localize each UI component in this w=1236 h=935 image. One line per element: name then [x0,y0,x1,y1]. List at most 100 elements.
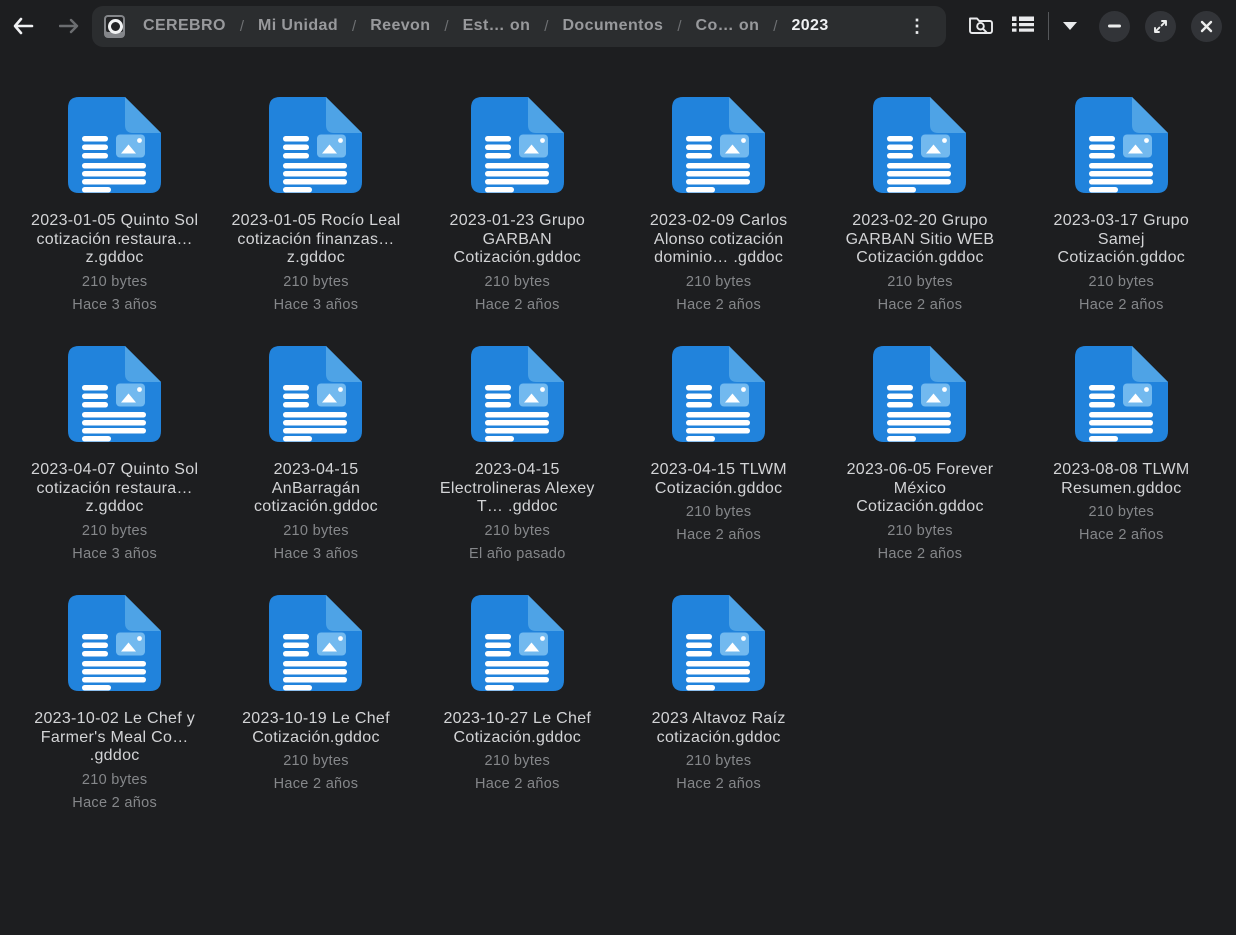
file-name: 2023-10-02 Le Chef y Farmer's Meal Co… .… [29,710,201,766]
forward-button[interactable] [46,6,92,46]
maximize-button[interactable] [1145,11,1176,42]
minimize-button[interactable] [1099,11,1130,42]
file-modified: Hace 2 años [676,776,761,792]
file-item[interactable]: 2023-04-07 Quinto Sol cotización restaur… [14,345,215,594]
close-button[interactable] [1191,11,1222,42]
file-modified: Hace 3 años [72,546,157,562]
file-name: 2023-10-27 Le Chef Cotización.gddoc [431,710,603,747]
breadcrumb-more-button[interactable]: ⋮ [898,15,936,37]
toolbar-actions [960,6,1087,46]
gddoc-document-icon [67,594,162,697]
gddoc-document-icon [67,96,162,199]
gddoc-document-icon [470,345,565,448]
file-modified: Hace 3 años [274,546,359,562]
file-item[interactable]: 2023-04-15 AnBarragán cotización.gddoc 2… [215,345,416,594]
folder-search-icon [968,13,994,40]
file-item[interactable]: 2023-02-20 Grupo GARBAN Sitio WEB Cotiza… [819,96,1020,345]
file-item[interactable]: 2023-06-05 Forever México Cotización.gdd… [819,345,1020,594]
gddoc-document-icon [268,594,363,697]
file-item[interactable]: 2023-04-15 TLWM Cotización.gddoc 210 byt… [618,345,819,594]
file-size: 210 bytes [82,274,148,290]
file-size: 210 bytes [283,523,349,539]
file-item[interactable]: 2023-04-15 Electrolineras Alexey T… .gdd… [417,345,618,594]
gddoc-document-icon [268,96,363,199]
breadcrumb: CEREBRO/Mi Unidad/Reevon/Est… on/Documen… [129,17,892,35]
file-size: 210 bytes [887,274,953,290]
file-modified: El año pasado [469,546,566,562]
file-size: 210 bytes [485,523,551,539]
breadcrumb-item[interactable]: CEREBRO [129,17,240,35]
file-name: 2023 Altavoz Raíz cotización.gddoc [633,710,805,747]
file-name: 2023-02-09 Carlos Alonso cotización domi… [633,212,805,268]
gddoc-document-icon [67,345,162,448]
file-name: 2023-04-07 Quinto Sol cotización restaur… [29,461,201,517]
file-item[interactable]: 2023-10-27 Le Chef Cotización.gddoc 210 … [417,594,618,843]
breadcrumb-item[interactable]: Est… on [449,17,545,35]
maximize-icon [1153,19,1168,34]
gddoc-document-icon [1074,96,1169,199]
file-modified: Hace 2 años [878,546,963,562]
file-name: 2023-06-05 Forever México Cotización.gdd… [834,461,1006,517]
arrow-left-icon [12,17,34,35]
file-modified: Hace 2 años [475,776,560,792]
file-size: 210 bytes [686,753,752,769]
file-modified: Hace 2 años [676,297,761,313]
file-name: 2023-01-05 Rocío Leal cotización finanza… [230,212,402,268]
gddoc-document-icon [872,345,967,448]
gddoc-document-icon [470,594,565,697]
file-size: 210 bytes [485,753,551,769]
file-size: 210 bytes [686,274,752,290]
list-view-button[interactable] [1002,6,1044,46]
gddoc-document-icon [671,96,766,199]
file-item[interactable]: 2023 Altavoz Raíz cotización.gddoc 210 b… [618,594,819,843]
file-size: 210 bytes [887,523,953,539]
gddoc-document-icon [671,594,766,697]
file-size: 210 bytes [283,274,349,290]
gddoc-document-icon [872,96,967,199]
file-name: 2023-01-23 Grupo GARBAN Cotización.gddoc [431,212,603,268]
file-item[interactable]: 2023-01-05 Rocío Leal cotización finanza… [215,96,416,345]
file-item[interactable]: 2023-08-08 TLWM Resumen.gddoc 210 bytes … [1021,345,1222,594]
breadcrumb-item[interactable]: Mi Unidad [244,17,352,35]
breadcrumb-item[interactable]: Reevon [356,17,444,35]
file-size: 210 bytes [1089,274,1155,290]
file-item[interactable]: 2023-10-19 Le Chef Cotización.gddoc 210 … [215,594,416,843]
file-modified: Hace 3 años [274,297,359,313]
file-name: 2023-03-17 Grupo Samej Cotización.gddoc [1035,212,1207,268]
file-item[interactable]: 2023-01-05 Quinto Sol cotización restaur… [14,96,215,345]
breadcrumb-item[interactable]: 2023 [777,17,842,35]
file-modified: Hace 2 años [72,795,157,811]
file-size: 210 bytes [1089,504,1155,520]
file-item[interactable]: 2023-10-02 Le Chef y Farmer's Meal Co… .… [14,594,215,843]
file-name: 2023-08-08 TLWM Resumen.gddoc [1035,461,1207,498]
file-modified: Hace 3 años [72,297,157,313]
folder-search-button[interactable] [960,6,1002,46]
file-item[interactable]: 2023-01-23 Grupo GARBAN Cotización.gddoc… [417,96,618,345]
file-name: 2023-04-15 Electrolineras Alexey T… .gdd… [431,461,603,517]
file-size: 210 bytes [283,753,349,769]
gddoc-document-icon [1074,345,1169,448]
topbar: CEREBRO/Mi Unidad/Reevon/Est… on/Documen… [0,0,1236,52]
file-size: 210 bytes [82,523,148,539]
file-name: 2023-04-15 TLWM Cotización.gddoc [633,461,805,498]
file-item[interactable]: 2023-03-17 Grupo Samej Cotización.gddoc … [1021,96,1222,345]
file-size: 210 bytes [485,274,551,290]
close-icon [1200,20,1213,33]
file-size: 210 bytes [686,504,752,520]
gddoc-document-icon [268,345,363,448]
breadcrumb-item[interactable]: Documentos [548,17,677,35]
window-controls [1099,11,1222,42]
file-modified: Hace 2 años [274,776,359,792]
breadcrumb-item[interactable]: Co… on [682,17,774,35]
back-button[interactable] [0,6,46,46]
file-modified: Hace 2 años [676,527,761,543]
file-name: 2023-10-19 Le Chef Cotización.gddoc [230,710,402,747]
breadcrumb-bar: CEREBRO/Mi Unidad/Reevon/Est… on/Documen… [92,6,946,47]
file-name: 2023-04-15 AnBarragán cotización.gddoc [230,461,402,517]
file-grid: 2023-01-05 Quinto Sol cotización restaur… [0,52,1236,843]
file-modified: Hace 2 años [475,297,560,313]
file-item[interactable]: 2023-02-09 Carlos Alonso cotización domi… [618,96,819,345]
view-dropdown-button[interactable] [1053,6,1087,46]
file-modified: Hace 2 años [878,297,963,313]
file-name: 2023-02-20 Grupo GARBAN Sitio WEB Cotiza… [834,212,1006,268]
